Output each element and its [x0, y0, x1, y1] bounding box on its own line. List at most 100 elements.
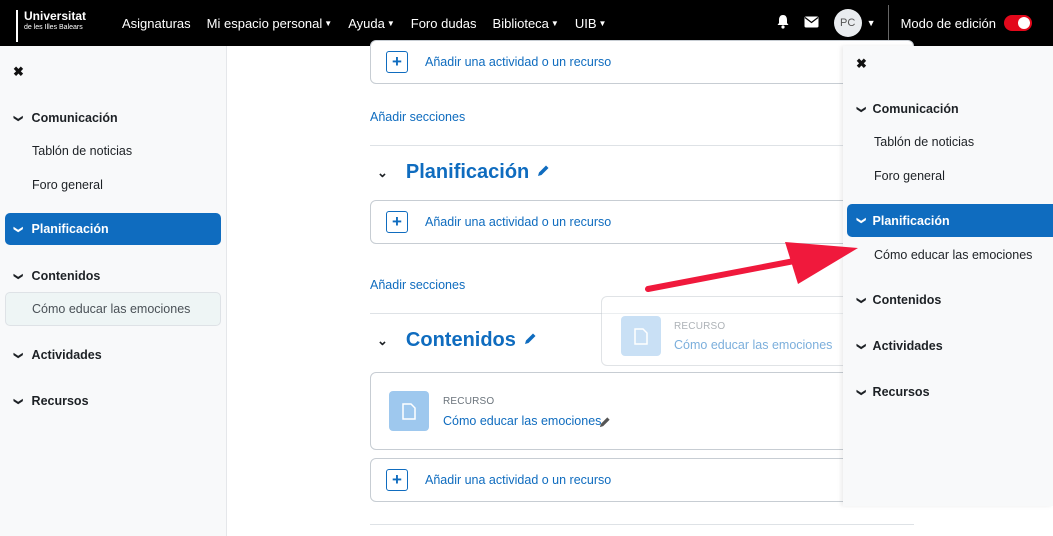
section-title[interactable]: Planificación — [406, 161, 529, 184]
add-sections-link[interactable]: Añadir secciones — [370, 278, 465, 292]
chevron-down-icon: ▼ — [550, 18, 559, 28]
bell-icon[interactable] — [769, 14, 797, 32]
chevron-down-icon: ▼ — [386, 18, 395, 28]
index-section-comunicacion[interactable]: ❮ Comunicación — [12, 110, 118, 126]
index-section-planificacion[interactable]: ❮ Planificación — [5, 213, 221, 245]
message-icon[interactable] — [797, 15, 826, 31]
close-icon[interactable]: ✖ — [13, 64, 24, 80]
index-activity-tablon[interactable]: Tablón de noticias — [874, 134, 974, 150]
section-header-planificacion: ⌄ Planificación — [377, 161, 550, 184]
chevron-down-icon[interactable]: ❮ — [12, 272, 23, 280]
index-section-label: Comunicación — [872, 102, 959, 116]
index-section-label: Comunicación — [31, 111, 118, 125]
nav-label: Asignaturas — [122, 15, 191, 31]
index-section-recursos[interactable]: ❮ Recursos — [12, 393, 89, 409]
index-activity-label: Tablón de noticias — [874, 135, 975, 149]
nav-label: Mi espacio personal — [206, 15, 323, 31]
add-activity-button[interactable]: + Añadir una actividad o un recurso — [370, 458, 914, 502]
chevron-down-icon[interactable]: ❮ — [12, 351, 23, 359]
edit-mode-label: Modo de edición — [900, 15, 996, 31]
add-activity-button[interactable]: + Añadir una actividad o un recurso — [370, 200, 914, 244]
index-section-contenidos[interactable]: ❮ Contenidos — [855, 292, 942, 308]
index-activity-tablon[interactable]: Tablón de noticias — [32, 143, 132, 159]
chevron-down-icon: ▼ — [598, 18, 607, 28]
add-sections-link[interactable]: Añadir secciones — [370, 110, 465, 124]
index-section-label: Contenidos — [31, 269, 101, 283]
chevron-down-icon[interactable]: ❮ — [855, 296, 866, 304]
nav-ayuda[interactable]: Ayuda ▼ — [340, 16, 403, 31]
index-activity-como-educar[interactable]: Cómo educar las emociones — [5, 292, 221, 326]
resource-type-label: RECURSO — [443, 396, 495, 407]
add-activity-button[interactable]: + Añadir una actividad o un recurso — [370, 40, 914, 84]
index-activity-label: Cómo educar las emociones — [32, 302, 191, 316]
nav-uib[interactable]: UIB ▼ — [567, 16, 615, 31]
index-section-label: Actividades — [31, 348, 102, 362]
index-section-actividades[interactable]: ❮ Actividades — [12, 347, 102, 363]
chevron-down-icon[interactable]: ❮ — [12, 114, 23, 122]
index-section-actividades[interactable]: ❮ Actividades — [855, 338, 943, 354]
section-title[interactable]: Contenidos — [406, 329, 516, 352]
nav-label: Foro dudas — [410, 15, 477, 31]
index-section-label: Planificación — [31, 222, 109, 236]
navbar-divider — [887, 5, 889, 41]
index-activity-como-educar[interactable]: Cómo educar las emociones — [874, 247, 1032, 263]
index-section-contenidos[interactable]: ❮ Contenidos — [12, 268, 101, 284]
avatar[interactable]: PC — [833, 9, 862, 37]
index-activity-label: Foro general — [32, 178, 103, 192]
nav-label: Ayuda — [348, 15, 385, 31]
add-activity-label: Añadir una actividad o un recurso — [425, 473, 612, 487]
index-activity-foro-general[interactable]: Foro general — [874, 168, 945, 184]
resource-name-link[interactable]: Cómo educar las emociones — [443, 414, 601, 428]
nav-biblioteca[interactable]: Biblioteca ▼ — [485, 16, 567, 31]
index-activity-label: Cómo educar las emociones — [874, 248, 1033, 262]
index-section-label: Planificación — [872, 213, 950, 228]
nav-mi-espacio-personal[interactable]: Mi espacio personal ▼ — [199, 16, 341, 31]
chevron-down-icon[interactable]: ❮ — [855, 388, 866, 396]
resource-name: Cómo educar las emociones — [674, 338, 833, 352]
index-section-comunicacion[interactable]: ❮ Comunicación — [855, 101, 959, 117]
index-section-label: Contenidos — [872, 293, 942, 307]
resource-type-label: RECURSO — [674, 321, 726, 332]
nav-asignaturas[interactable]: Asignaturas — [114, 16, 199, 31]
nav-foro-dudas[interactable]: Foro dudas — [403, 16, 485, 31]
uib-logo[interactable]: Universitat de les Illes Balears — [16, 10, 86, 42]
add-activity-label: Añadir una actividad o un recurso — [425, 55, 612, 69]
index-section-label: Actividades — [872, 339, 943, 353]
chevron-down-icon[interactable]: ⌄ — [377, 333, 388, 349]
pencil-icon[interactable] — [524, 332, 537, 350]
pencil-icon[interactable] — [537, 164, 550, 182]
close-icon[interactable]: ✖ — [856, 56, 867, 72]
index-section-recursos[interactable]: ❮ Recursos — [855, 384, 930, 400]
plus-icon: + — [386, 469, 408, 491]
chevron-down-icon[interactable]: ⌄ — [377, 165, 388, 181]
add-activity-label: Añadir una actividad o un recurso — [425, 215, 612, 229]
edit-mode-toggle[interactable] — [1004, 15, 1032, 31]
section-divider — [370, 524, 914, 525]
pencil-icon[interactable] — [599, 415, 611, 433]
nav-label: UIB — [574, 15, 597, 31]
section-header-contenidos: ⌄ Contenidos — [377, 329, 537, 352]
index-section-label: Recursos — [872, 385, 930, 399]
section-divider — [370, 145, 914, 146]
nav-label: Biblioteca — [492, 15, 549, 31]
index-activity-label: Tablón de noticias — [32, 144, 133, 158]
index-section-label: Recursos — [31, 394, 89, 408]
file-icon — [389, 391, 429, 431]
dragging-resource-ghost: RECURSO Cómo educar las emociones — [601, 296, 861, 366]
file-icon — [621, 316, 661, 356]
index-activity-foro-general[interactable]: Foro general — [32, 177, 103, 193]
course-index-drawer: ✖ ❮ Comunicación Tablón de noticias Foro… — [0, 46, 227, 536]
chevron-down-icon[interactable]: ❮ — [855, 342, 866, 350]
chevron-down-icon[interactable]: ❮ — [855, 105, 866, 113]
chevron-down-icon: ▼ — [324, 18, 333, 28]
logo-title: Universitat — [24, 9, 87, 23]
resource-card[interactable]: RECURSO Cómo educar las emociones — [370, 372, 914, 450]
chevron-down-icon[interactable]: ▼ — [862, 18, 886, 28]
index-section-planificacion[interactable]: ❮ Planificación — [847, 204, 1053, 237]
chevron-down-icon[interactable]: ❮ — [855, 217, 866, 225]
chevron-down-icon[interactable]: ❮ — [12, 397, 23, 405]
course-index-overlay: ✖ ❮ Comunicación Tablón de noticias Foro… — [843, 46, 1053, 506]
plus-icon: + — [386, 51, 408, 73]
index-activity-label: Foro general — [874, 169, 945, 183]
chevron-down-icon[interactable]: ❮ — [12, 225, 23, 233]
